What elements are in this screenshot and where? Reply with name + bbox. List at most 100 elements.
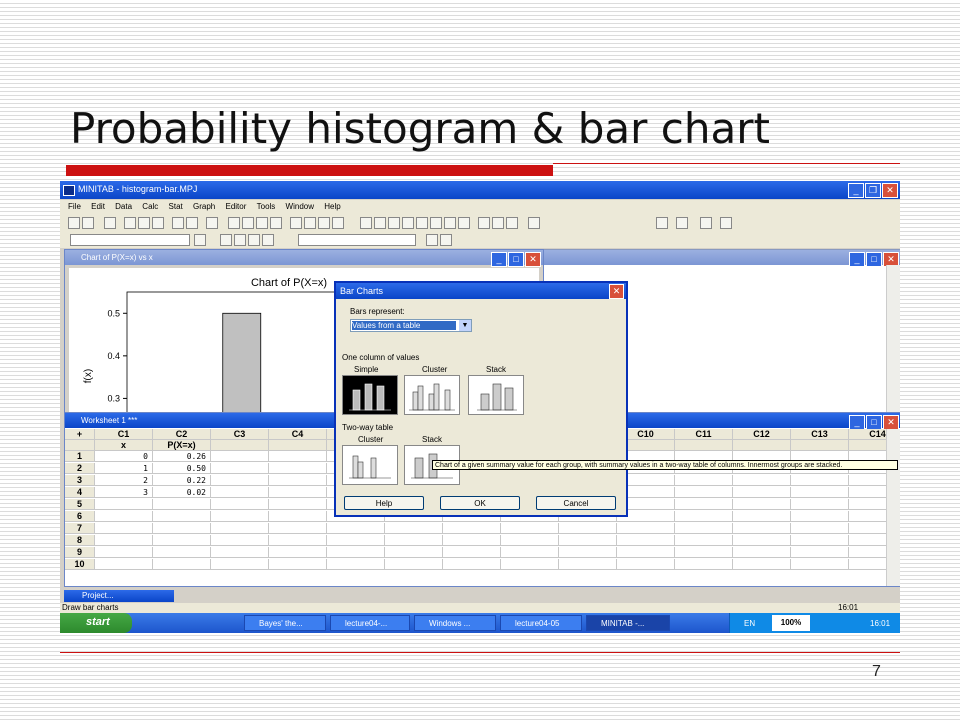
table-cell[interactable]	[269, 475, 327, 486]
session-folder-icon[interactable]	[374, 217, 386, 229]
table-cell[interactable]	[95, 535, 153, 546]
table-cell[interactable]	[211, 511, 269, 522]
row-header[interactable]: 9	[65, 547, 95, 558]
table-cell[interactable]: 0	[95, 451, 153, 462]
cascade-icon[interactable]	[492, 217, 504, 229]
table-cell[interactable]	[153, 523, 211, 534]
table-cell[interactable]	[733, 475, 791, 486]
table-cell[interactable]	[327, 547, 385, 558]
row-header[interactable]: 2	[65, 463, 95, 474]
table-cell[interactable]	[791, 499, 849, 510]
table-cell[interactable]	[675, 499, 733, 510]
table-cell[interactable]	[733, 535, 791, 546]
table-cell[interactable]	[269, 487, 327, 498]
table-cell[interactable]	[269, 547, 327, 558]
open-icon[interactable]	[68, 217, 80, 229]
table-cell[interactable]	[95, 547, 153, 558]
table-cell[interactable]	[153, 499, 211, 510]
assistant-icon[interactable]	[332, 217, 344, 229]
column-name-cell[interactable]: x	[95, 440, 153, 451]
taskbar-button[interactable]: Bayes' the...	[244, 615, 326, 631]
column-name-cell[interactable]	[269, 440, 327, 451]
minimize-button[interactable]: _	[491, 252, 507, 267]
table-cell[interactable]	[211, 559, 269, 570]
menu-stat[interactable]: Stat	[169, 202, 183, 211]
minimize-button[interactable]: _	[848, 183, 864, 198]
menu-graph[interactable]: Graph	[193, 202, 215, 211]
table-cell[interactable]	[269, 463, 327, 474]
table-cell[interactable]	[617, 559, 675, 570]
table-cell[interactable]	[559, 535, 617, 546]
close-button[interactable]: ✕	[525, 252, 541, 267]
table-cell[interactable]	[211, 475, 269, 486]
table-cell[interactable]	[733, 499, 791, 510]
taskbar-button[interactable]: MINITAB -...	[586, 615, 670, 631]
table-cell[interactable]	[791, 535, 849, 546]
undo-icon[interactable]	[172, 217, 184, 229]
chevron-down-icon[interactable]: ▼	[459, 320, 471, 331]
redo-icon[interactable]	[186, 217, 198, 229]
table-cell[interactable]	[617, 523, 675, 534]
graphs-folder-icon[interactable]	[402, 217, 414, 229]
table-cell[interactable]: 0.26	[153, 451, 211, 462]
restore-button[interactable]: ❐	[865, 183, 881, 198]
copy-icon[interactable]	[138, 217, 150, 229]
column-header[interactable]: C12	[733, 429, 791, 440]
paste-icon[interactable]	[152, 217, 164, 229]
close-button[interactable]: ✕	[883, 415, 899, 430]
table-cell[interactable]	[559, 559, 617, 570]
table-cell[interactable]	[675, 523, 733, 534]
column-name-cell[interactable]	[211, 440, 269, 451]
table-cell[interactable]	[733, 487, 791, 498]
row-header[interactable]: 6	[65, 511, 95, 522]
insert-column-icon[interactable]	[656, 217, 668, 229]
column-name-cell[interactable]	[733, 440, 791, 451]
menu-help[interactable]: Help	[324, 202, 340, 211]
find-icon[interactable]	[256, 217, 268, 229]
column-header[interactable]: C4	[269, 429, 327, 440]
menu-edit[interactable]: Edit	[91, 202, 105, 211]
table-cell[interactable]: 0.22	[153, 475, 211, 486]
minimize-button[interactable]: _	[849, 415, 865, 430]
dialog-close-button[interactable]: ✕	[609, 284, 624, 299]
stack-bar-option[interactable]	[468, 375, 524, 415]
table-cell[interactable]	[95, 499, 153, 510]
find-next-icon[interactable]	[270, 217, 282, 229]
close-graph-icon[interactable]	[426, 234, 438, 246]
row-header[interactable]: 4	[65, 487, 95, 498]
table-cell[interactable]	[269, 559, 327, 570]
table-cell[interactable]	[385, 535, 443, 546]
table-cell[interactable]	[443, 547, 501, 558]
table-cell[interactable]	[443, 523, 501, 534]
related-docs-icon[interactable]	[444, 217, 456, 229]
table-cell[interactable]	[269, 535, 327, 546]
table-cell[interactable]	[791, 523, 849, 534]
eraser-icon[interactable]	[720, 217, 732, 229]
menu-file[interactable]: File	[68, 202, 81, 211]
taskbar-button[interactable]: lecture04-...	[330, 615, 410, 631]
table-cell[interactable]	[211, 499, 269, 510]
crosshair-icon[interactable]	[248, 234, 260, 246]
stat-guide-icon[interactable]	[318, 217, 330, 229]
table-cell[interactable]	[617, 547, 675, 558]
table-cell[interactable]: 2	[95, 475, 153, 486]
table-cell[interactable]	[153, 547, 211, 558]
menu-editor[interactable]: Editor	[225, 202, 246, 211]
table-cell[interactable]	[211, 487, 269, 498]
table-cell[interactable]	[733, 523, 791, 534]
graph-annotation-combo[interactable]	[298, 234, 416, 246]
table-cell[interactable]	[385, 547, 443, 558]
column-header[interactable]: C2	[153, 429, 211, 440]
table-cell[interactable]	[791, 511, 849, 522]
start-button[interactable]: start	[60, 613, 132, 633]
minimize-button[interactable]: _	[849, 252, 865, 267]
table-cell[interactable]: 0.50	[153, 463, 211, 474]
table-cell[interactable]	[211, 523, 269, 534]
row-header[interactable]: 8	[65, 535, 95, 546]
column-header[interactable]: C1	[95, 429, 153, 440]
table-cell[interactable]	[327, 535, 385, 546]
table-cell[interactable]: 3	[95, 487, 153, 498]
table-cell[interactable]	[95, 511, 153, 522]
ok-button[interactable]: OK	[440, 496, 520, 510]
zoom-indicator[interactable]: 100%	[772, 615, 810, 631]
